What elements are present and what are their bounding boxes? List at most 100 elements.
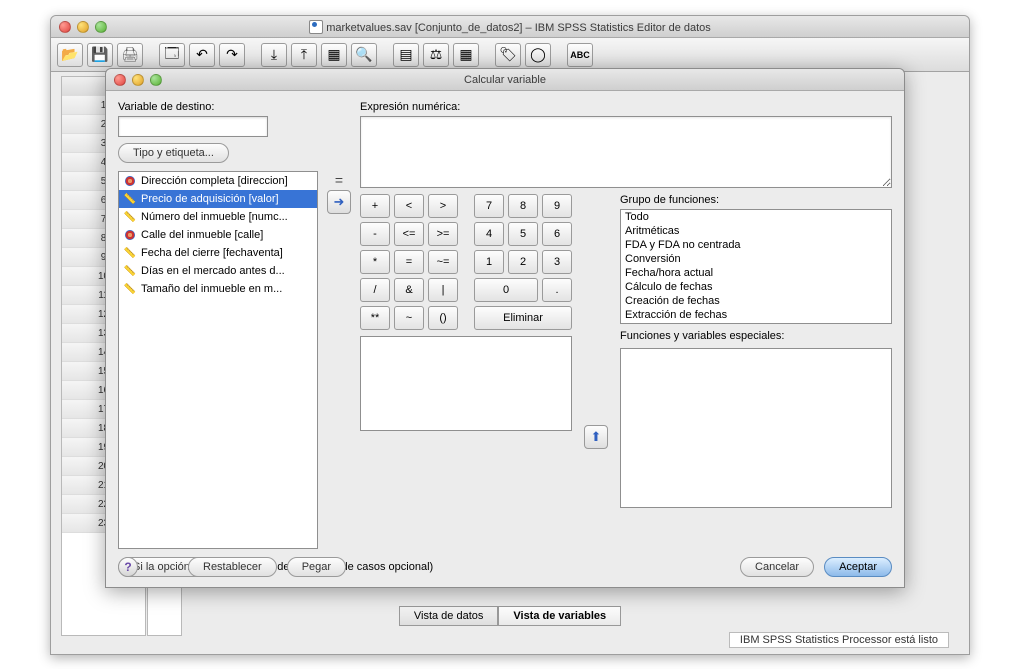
keypad-key[interactable]: . [542,278,572,302]
function-group-item[interactable]: FDA y FDA no centrada [621,238,891,252]
weight-icon: ⚖ [430,46,443,63]
cancel-button[interactable]: Cancelar [740,557,814,577]
type-label-button[interactable]: Tipo y etiqueta... [118,143,229,163]
variable-item[interactable]: Dirección completa [direccion] [119,172,317,190]
minimize-icon[interactable] [77,21,89,33]
keypad-key[interactable]: 9 [542,194,572,218]
special-functions-list[interactable] [620,348,892,508]
keypad-key[interactable]: ~= [428,250,458,274]
weight-button[interactable]: ⚖ [423,43,449,67]
keypad-key[interactable]: 7 [474,194,504,218]
zoom-icon[interactable] [150,74,162,86]
keypad-key[interactable]: ~ [394,306,424,330]
variables-button[interactable]: ▦ [321,43,347,67]
paste-button[interactable]: Pegar [287,557,346,577]
keypad-key[interactable]: < [394,194,424,218]
goto-icon: ⤓ [271,46,277,63]
keypad-key[interactable]: = [394,250,424,274]
minimize-icon[interactable] [132,74,144,86]
use-sets-button[interactable]: ◯ [525,43,551,67]
keypad-key[interactable]: <= [394,222,424,246]
main-toolbar: 📂 💾 🖨 🗔 ↶ ↷ ⤓ ⤒ ▦ 🔍 ▤ ⚖ ▦ 🏷 ◯ ABC [51,38,969,72]
keypad-key[interactable]: - [360,222,390,246]
goto-case-button[interactable]: ⤓ [261,43,287,67]
variable-item[interactable]: 📏Fecha del cierre [fechaventa] [119,244,317,262]
undo-icon: ↶ [196,46,208,63]
value-labels-button[interactable]: 🏷 [495,43,521,67]
insert-function-button[interactable]: ⬆ [584,425,608,449]
variable-item[interactable]: Calle del inmueble [calle] [119,226,317,244]
find-button[interactable]: 🔍 [351,43,377,67]
variable-item[interactable]: 📏 Tamaño del inmueble en m... [119,280,317,298]
keypad-key[interactable]: 5 [508,222,538,246]
function-group-item[interactable]: Conversión [621,252,891,266]
keypad-key[interactable]: ** [360,306,390,330]
expression-input[interactable] [360,116,892,188]
tab-variable-view[interactable]: Vista de variables [498,606,621,626]
function-group-item[interactable]: Fecha/hora actual [621,266,891,280]
variable-item-label: Calle del inmueble [calle] [141,229,263,241]
select-button[interactable]: ▦ [453,43,479,67]
variable-item-label: Dirección completa [direccion] [141,175,288,187]
target-variable-input[interactable] [118,116,268,137]
function-group-item[interactable]: Cálculo de fechas [621,280,891,294]
keypad-key[interactable]: & [394,278,424,302]
variable-item[interactable]: 📏Número del inmueble [numc... [119,208,317,226]
undo-button[interactable]: ↶ [189,43,215,67]
move-to-expression-button[interactable]: ➜ [327,190,351,214]
redo-button[interactable]: ↷ [219,43,245,67]
keypad-key[interactable]: + [360,194,390,218]
function-group-label: Grupo de funciones: [620,194,892,206]
function-group-list[interactable]: TodoAritméticasFDA y FDA no centradaConv… [620,209,892,324]
function-group-item[interactable]: Todo [621,210,891,224]
main-window-title: marketvalues.sav [Conjunto_de_datos2] – … [51,20,969,34]
print-icon: 🖨 [121,46,139,63]
keypad-key[interactable]: 0 [474,278,538,302]
print-button[interactable]: 🖨 [117,43,143,67]
abc-icon: ABC [570,50,590,60]
keypad-key[interactable]: * [360,250,390,274]
dialog-title: Calcular variable [106,74,904,86]
keypad-key[interactable]: 1 [474,250,504,274]
spellcheck-button[interactable]: ABC [567,43,593,67]
zoom-icon[interactable] [95,21,107,33]
variable-list[interactable]: Dirección completa [direccion] 📏Precio de… [118,171,318,549]
recall-button[interactable]: 🗔 [159,43,185,67]
function-group-item[interactable]: Aritméticas [621,224,891,238]
variable-item[interactable]: 📏Precio de adquisición [valor] [119,190,317,208]
ok-button[interactable]: Aceptar [824,557,892,577]
variable-item[interactable]: 📏Días en el mercado antes d... [119,262,317,280]
keypad-key[interactable]: / [360,278,390,302]
keypad-key[interactable]: () [428,306,458,330]
keypad-key[interactable]: >= [428,222,458,246]
close-icon[interactable] [59,21,71,33]
split-button[interactable]: ▤ [393,43,419,67]
expression-label: Expresión numérica: [360,101,892,113]
reset-button[interactable]: Restablecer [188,557,277,577]
keypad-delete-button[interactable]: Eliminar [474,306,572,330]
select-icon: ▦ [459,46,472,63]
dialog-titlebar: Calcular variable [106,69,904,91]
function-group-item[interactable]: Creación de fechas [621,294,891,308]
status-bar: IBM SPSS Statistics Processor está listo [729,632,949,648]
arrow-up-icon: ⬆ [591,429,602,445]
keypad-key[interactable]: | [428,278,458,302]
close-icon[interactable] [114,74,126,86]
goto-var-button[interactable]: ⤒ [291,43,317,67]
scale-icon: 📏 [123,282,137,296]
scale-icon: 📏 [123,264,137,278]
keypad-key[interactable]: 2 [508,250,538,274]
save-button[interactable]: 💾 [87,43,113,67]
tab-data-view[interactable]: Vista de datos [399,606,499,626]
keypad-key[interactable]: 6 [542,222,572,246]
open-button[interactable]: 📂 [57,43,83,67]
help-button[interactable]: ? [118,557,138,577]
keypad-key[interactable]: 8 [508,194,538,218]
vars-icon: ▦ [327,46,340,63]
keypad-key[interactable]: 4 [474,222,504,246]
keypad-key[interactable]: > [428,194,458,218]
variable-item-label: Tamaño del inmueble en m... [141,283,282,295]
function-group-item[interactable]: Extracción de fechas [621,308,891,322]
keypad-key[interactable]: 3 [542,250,572,274]
disk-icon: 💾 [91,46,108,63]
